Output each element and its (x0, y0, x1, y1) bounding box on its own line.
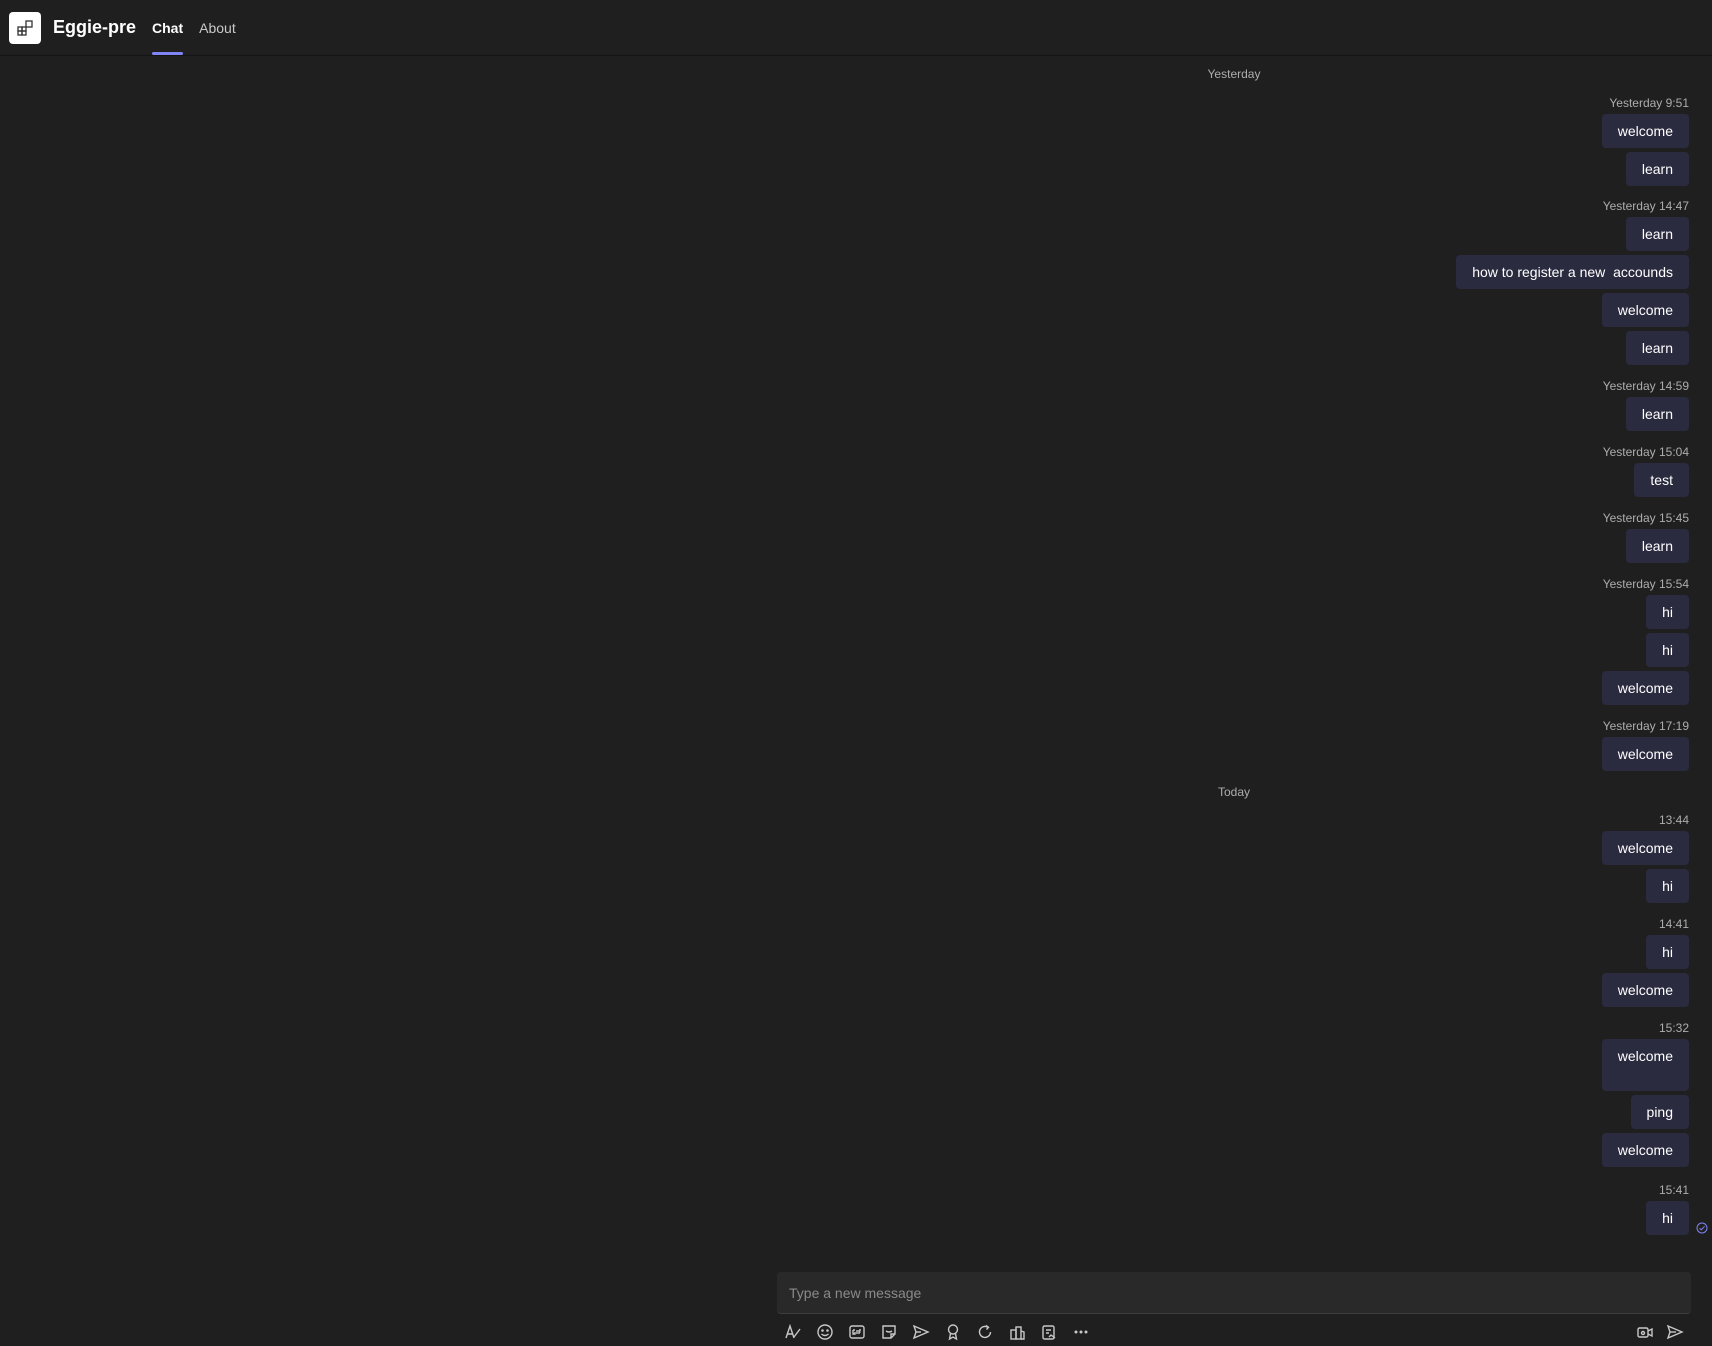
message-group: Yesterday 9:51 welcome learn (1601, 96, 1689, 190)
message-group: Yesterday 15:54 hi hi welcome (1601, 577, 1689, 709)
sticker-icon[interactable] (877, 1320, 901, 1344)
message-bubble[interactable]: welcome (1601, 737, 1689, 771)
message-bubble[interactable]: learn (1625, 217, 1689, 251)
tab-about[interactable]: About (199, 0, 236, 55)
schedule-send-icon[interactable] (909, 1320, 933, 1344)
message-bubble[interactable]: how to register a new accounds (1456, 255, 1689, 289)
message-bubble[interactable]: hi (1646, 869, 1689, 903)
message-bubble[interactable]: test (1634, 463, 1689, 497)
approvals-icon[interactable] (1037, 1320, 1061, 1344)
message-bubble[interactable]: welcome (1601, 831, 1689, 865)
message-timestamp: Yesterday 15:45 (1602, 511, 1689, 525)
message-group: Yesterday 15:45 learn (1603, 511, 1689, 567)
message-bubble[interactable]: welcome (1601, 1133, 1689, 1167)
day-separator: Today (1217, 785, 1251, 799)
emoji-icon[interactable] (813, 1320, 837, 1344)
praise-icon[interactable] (941, 1320, 965, 1344)
tab-chat[interactable]: Chat (152, 0, 184, 55)
message-bubble[interactable]: hi (1646, 595, 1689, 629)
message-timestamp: 15:41 (1658, 1183, 1689, 1197)
message-group: Yesterday 14:47 learn how to register a … (1456, 199, 1689, 369)
message-bubble[interactable]: hi (1646, 935, 1689, 969)
app-title: Eggie-pre (53, 17, 137, 37)
message-timestamp: Yesterday 15:04 (1602, 445, 1689, 459)
message-bubble[interactable]: welcome (1601, 671, 1689, 705)
message-input[interactable] (777, 1283, 1691, 1302)
message-bubble[interactable]: learn (1625, 397, 1689, 431)
message-timestamp: Yesterday 9:51 (1609, 96, 1689, 110)
message-timestamp: Yesterday 17:19 (1602, 719, 1689, 733)
message-timestamp: 13:44 (1658, 813, 1689, 827)
message-bubble[interactable]: learn (1625, 529, 1689, 563)
message-timestamp: 15:32 (1658, 1021, 1689, 1035)
message-group: 14:41 hi welcome (1601, 917, 1689, 1011)
send-icon[interactable] (1663, 1320, 1687, 1344)
message-bubble[interactable]: welcome (1601, 114, 1689, 148)
message-timestamp: Yesterday 14:47 (1602, 199, 1689, 213)
message-group: 15:32 welcome ping welcome (1601, 1021, 1689, 1171)
chat-message-list[interactable]: Yesterday Today Yesterday 9:51 welcome l… (0, 56, 1712, 1266)
read-receipt-icon (1696, 1222, 1708, 1234)
message-bubble[interactable]: welcome (1601, 293, 1689, 327)
app-grid-icon (17, 19, 33, 36)
message-bubble[interactable]: hi (1646, 1201, 1689, 1235)
message-bubble[interactable]: learn (1625, 152, 1689, 186)
message-group: 15:41 hi (1646, 1183, 1689, 1239)
app-icon[interactable] (9, 11, 41, 44)
message-group: Yesterday 14:59 learn (1603, 379, 1689, 435)
message-bubble[interactable]: ping (1630, 1095, 1689, 1129)
message-group: Yesterday 15:04 test (1603, 445, 1689, 501)
message-bubble[interactable]: learn (1625, 331, 1689, 365)
message-bubble[interactable]: welcome (1601, 1039, 1689, 1091)
day-separator: Yesterday (1207, 67, 1261, 81)
apps-icon[interactable] (1005, 1320, 1029, 1344)
gif-icon[interactable] (845, 1320, 869, 1344)
message-timestamp: Yesterday 15:54 (1602, 577, 1689, 591)
loop-icon[interactable] (973, 1320, 997, 1344)
message-group: Yesterday 17:19 welcome (1601, 719, 1689, 775)
audio-message-icon[interactable] (1633, 1320, 1657, 1344)
message-bubble[interactable]: hi (1646, 633, 1689, 667)
app-header: Eggie-pre Chat About (0, 0, 1712, 56)
message-compose-box[interactable] (777, 1272, 1691, 1314)
message-timestamp: Yesterday 14:59 (1602, 379, 1689, 393)
format-icon[interactable] (781, 1320, 805, 1344)
message-bubble[interactable]: welcome (1601, 973, 1689, 1007)
message-group: 13:44 welcome hi (1601, 813, 1689, 907)
more-options-icon[interactable] (1069, 1320, 1093, 1344)
message-timestamp: 14:41 (1658, 917, 1689, 931)
compose-toolbar (777, 1318, 1691, 1346)
